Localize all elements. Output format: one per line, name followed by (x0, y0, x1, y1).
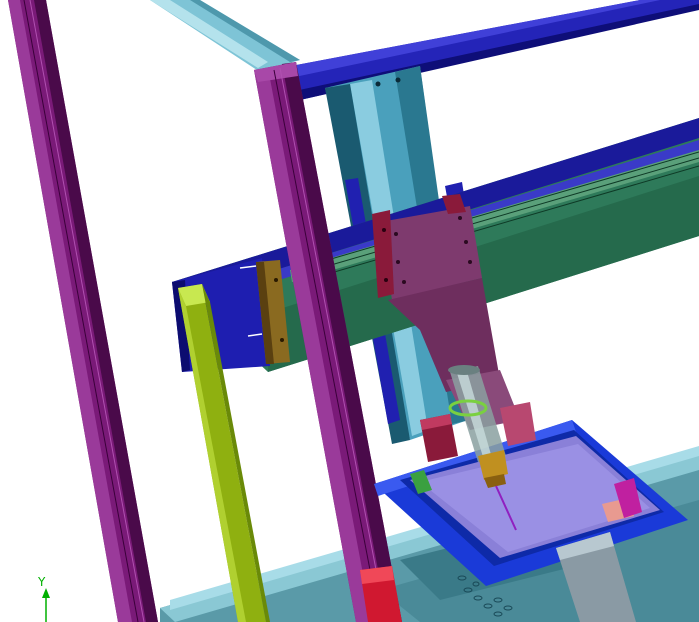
axis-triad: Y (37, 575, 50, 622)
top-beam-blue[interactable] (270, 0, 699, 100)
cad-viewport[interactable]: Y (0, 0, 699, 622)
y-axis-arrowhead (42, 588, 50, 598)
3d-assembly-view[interactable]: Y (0, 0, 699, 622)
top-rail-cyan[interactable] (150, 0, 300, 72)
left-upright-purple[interactable] (8, 0, 158, 622)
y-axis-label: Y (37, 575, 46, 589)
